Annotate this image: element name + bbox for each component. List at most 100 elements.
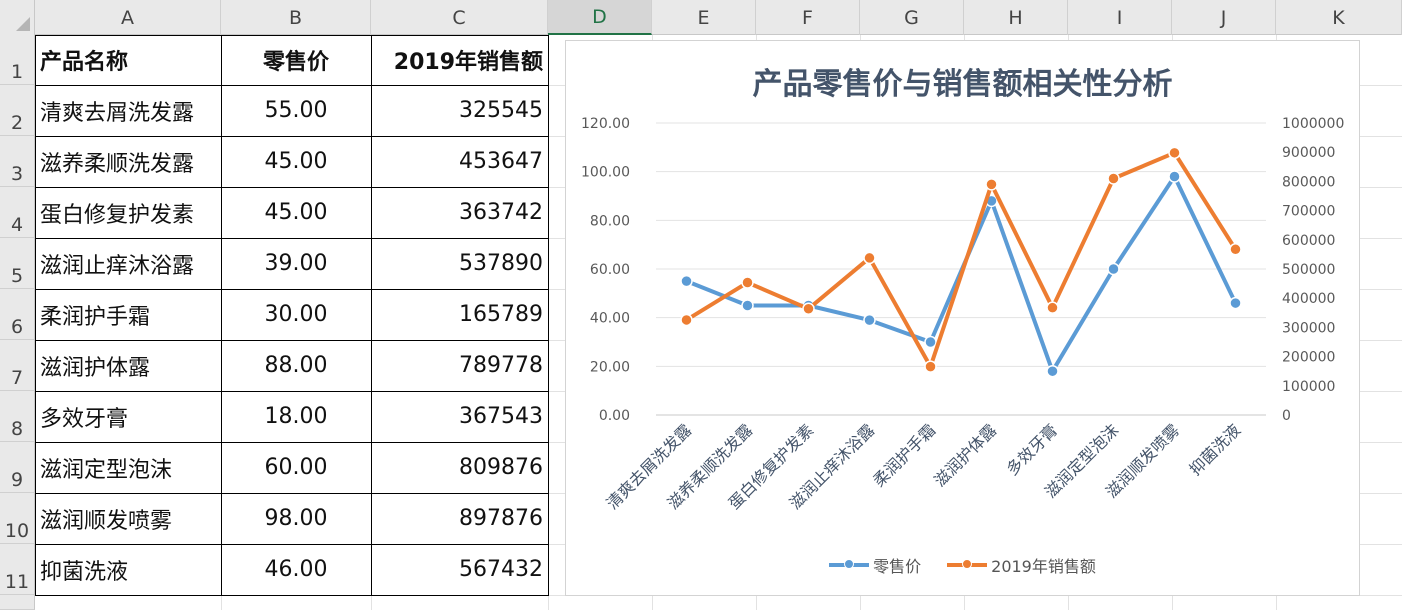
table-border xyxy=(371,35,372,595)
row-header-10[interactable]: 10 xyxy=(0,493,35,544)
x-tick-label: 柔润护手霜 xyxy=(869,420,939,490)
row-header-8[interactable]: 8 xyxy=(0,391,35,442)
y-left-tick-label: 100.00 xyxy=(581,165,630,181)
row-header-2[interactable]: 2 xyxy=(0,85,35,136)
cell-c9[interactable]: 809876 xyxy=(371,442,548,493)
y-right-tick-label: 900000 xyxy=(1282,145,1335,161)
cell-a10[interactable]: 滋润顺发喷雾 xyxy=(35,493,221,544)
chart-legend[interactable]: 零售价 2019年销售额 xyxy=(566,553,1359,577)
y-left-tick-label: 120.00 xyxy=(581,116,630,132)
cell-b2[interactable]: 55.00 xyxy=(221,85,371,136)
table-border xyxy=(35,340,549,341)
y-left-tick-label: 60.00 xyxy=(590,262,630,278)
series-line-1 xyxy=(684,150,1238,369)
select-all-corner[interactable] xyxy=(0,0,35,35)
row-header-9[interactable]: 9 xyxy=(0,442,35,493)
cell-c8[interactable]: 367543 xyxy=(371,391,548,442)
table-border xyxy=(221,35,222,595)
column-header-f[interactable]: F xyxy=(756,0,860,35)
series-0-point xyxy=(1107,262,1120,276)
series-0-point xyxy=(1229,296,1242,310)
cell-a8[interactable]: 多效牙膏 xyxy=(35,391,221,442)
cell-b7[interactable]: 88.00 xyxy=(221,340,371,391)
y-left-tick-label: 80.00 xyxy=(590,213,630,229)
row-header-5[interactable]: 5 xyxy=(0,238,35,289)
legend-swatch-blue xyxy=(829,559,870,569)
series-0-point xyxy=(863,313,876,327)
y-right-tick-label: 800000 xyxy=(1282,174,1335,190)
series-0-point xyxy=(924,335,937,349)
cell-b10[interactable]: 98.00 xyxy=(221,493,371,544)
series-1-point xyxy=(1107,172,1120,185)
y-right-tick-label: 1000000 xyxy=(1282,116,1344,132)
x-tick-label: 多效牙膏 xyxy=(1003,420,1062,479)
row-header-1[interactable]: 1 xyxy=(0,35,35,85)
cell-a9[interactable]: 滋润定型泡沫 xyxy=(35,442,221,493)
row-header-3[interactable]: 3 xyxy=(0,136,35,187)
table-border xyxy=(35,238,549,239)
column-header-e[interactable]: E xyxy=(652,0,756,35)
cell-c7[interactable]: 789778 xyxy=(371,340,548,391)
cell-b1[interactable]: 零售价 xyxy=(221,35,371,85)
series-1-point xyxy=(1046,301,1059,314)
cell-b5[interactable]: 39.00 xyxy=(221,238,371,289)
series-1-point xyxy=(802,302,815,316)
cell-a7[interactable]: 滋润护体露 xyxy=(35,340,221,391)
cell-b8[interactable]: 18.00 xyxy=(221,391,371,442)
row-header-11[interactable]: 11 xyxy=(0,544,35,595)
column-header-c[interactable]: C xyxy=(371,0,548,35)
cell-a5[interactable]: 滋润止痒沐浴露 xyxy=(35,238,221,289)
row-header-6[interactable]: 6 xyxy=(0,289,35,340)
y-right-tick-label: 500000 xyxy=(1282,262,1335,278)
cell-c2[interactable]: 325545 xyxy=(371,85,548,136)
cell-c10[interactable]: 897876 xyxy=(371,493,548,544)
cell-a1[interactable]: 产品名称 xyxy=(35,35,221,85)
column-header-h[interactable]: H xyxy=(964,0,1068,35)
cell-c5[interactable]: 537890 xyxy=(371,238,548,289)
cell-c3[interactable]: 453647 xyxy=(371,136,548,187)
cell-a6[interactable]: 柔润护手霜 xyxy=(35,289,221,340)
cell-c11[interactable]: 567432 xyxy=(371,544,548,595)
column-header-g[interactable]: G xyxy=(860,0,964,35)
select-all-triangle-icon xyxy=(16,17,30,31)
legend-label: 零售价 xyxy=(873,557,922,576)
table-border xyxy=(35,35,36,595)
legend-item-sales-2019[interactable]: 2019年销售额 xyxy=(947,553,1096,577)
table-border xyxy=(35,544,549,545)
cell-b6[interactable]: 30.00 xyxy=(221,289,371,340)
y-right-tick-label: 700000 xyxy=(1282,204,1335,220)
y-right-tick-label: 0 xyxy=(1282,408,1291,424)
cell-b4[interactable]: 45.00 xyxy=(221,187,371,238)
table-border xyxy=(35,289,549,290)
row-header-4[interactable]: 4 xyxy=(0,187,35,238)
series-1-point xyxy=(985,178,998,191)
table-border xyxy=(35,136,549,137)
cell-b3[interactable]: 45.00 xyxy=(221,136,371,187)
cell-b9[interactable]: 60.00 xyxy=(221,442,371,493)
cell-c6[interactable]: 165789 xyxy=(371,289,548,340)
series-0-point xyxy=(741,299,754,312)
legend-item-retail-price[interactable]: 零售价 xyxy=(829,553,921,577)
series-0-point xyxy=(1046,364,1059,378)
series-1-point xyxy=(924,360,937,373)
column-header-j[interactable]: J xyxy=(1172,0,1276,35)
cell-a3[interactable]: 滋养柔顺洗发露 xyxy=(35,136,221,187)
chart-area[interactable]: 产品零售价与销售额相关性分析 0.00 20.00 40.00 60.00 80.00 1… xyxy=(565,40,1360,596)
cell-a2[interactable]: 清爽去屑洗发露 xyxy=(35,85,221,136)
column-header-b[interactable]: B xyxy=(221,0,371,35)
table-border xyxy=(35,442,549,443)
column-header-a[interactable]: A xyxy=(35,0,221,35)
cell-c1[interactable]: 2019年销售额 xyxy=(371,35,548,85)
row-header-partial[interactable] xyxy=(0,595,35,610)
y-left-tick-label: 0.00 xyxy=(599,408,630,424)
cell-b11[interactable]: 46.00 xyxy=(221,544,371,595)
cell-a11[interactable]: 抑菌洗液 xyxy=(35,544,221,595)
y-right-tick-label: 600000 xyxy=(1282,233,1335,249)
cell-a4[interactable]: 蛋白修复护发素 xyxy=(35,187,221,238)
series-1-point xyxy=(1168,146,1181,160)
column-header-i[interactable]: I xyxy=(1068,0,1172,35)
row-header-7[interactable]: 7 xyxy=(0,340,35,391)
cell-c4[interactable]: 363742 xyxy=(371,187,548,238)
column-header-k[interactable]: K xyxy=(1276,0,1402,35)
column-header-d[interactable]: D xyxy=(548,0,652,35)
